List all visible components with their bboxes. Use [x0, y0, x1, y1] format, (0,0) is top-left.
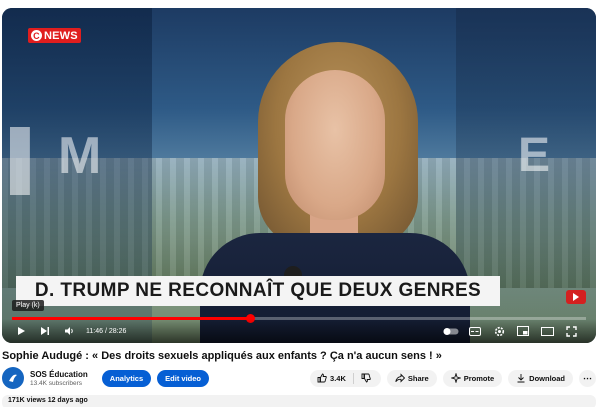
miniplayer-icon [517, 326, 529, 336]
more-actions-button[interactable]: ⋯ [579, 369, 596, 387]
share-button[interactable]: Share [386, 369, 437, 387]
dislike-button[interactable] [354, 370, 381, 387]
promote-label: Promote [463, 373, 495, 383]
download-button[interactable]: Download [508, 369, 573, 387]
share-icon [395, 373, 405, 383]
autoplay-toggle[interactable] [442, 322, 460, 340]
share-label: Share [407, 373, 429, 383]
fullscreen-icon [565, 325, 577, 337]
edit-video-button[interactable]: Edit video [157, 369, 209, 387]
time-display: 11:46 / 28:26 [86, 327, 127, 335]
play-icon [18, 327, 25, 335]
action-row: SOS Éducation 13.4K subscribers Analytic… [2, 366, 596, 390]
channel-logo: C NEWS [28, 28, 81, 43]
promote-button[interactable]: Promote [442, 369, 503, 387]
volume-button[interactable] [60, 322, 78, 340]
subtitles-icon [469, 326, 481, 336]
like-button[interactable]: 3.4K [310, 370, 353, 387]
next-button[interactable] [36, 322, 54, 340]
theater-mode-button[interactable] [538, 322, 556, 340]
more-icon: ⋯ [583, 372, 592, 383]
view-count-and-date: 171K views 12 days ago [8, 397, 88, 404]
video-title: Sophie Audugé : « Des droits sexuels app… [2, 350, 442, 362]
download-icon [517, 374, 525, 383]
gear-icon [494, 326, 504, 336]
thumbs-down-icon [361, 373, 371, 383]
channel-logo-icon [9, 374, 17, 382]
subscriber-count: 13.4K subscribers [30, 379, 83, 387]
autoplay-toggle-icon [443, 327, 459, 335]
video-player[interactable]: ▌ M E C NEWS D. TRUMP NE RECONNAÎT QUE DE… [2, 8, 596, 343]
volume-icon [64, 327, 73, 335]
thumbs-up-icon [317, 373, 327, 383]
channel-info: SOS Éducation 13.4K subscribers [30, 370, 88, 387]
next-icon [41, 327, 49, 335]
subtitles-button[interactable] [466, 322, 484, 340]
player-controls: 11:46 / 28:26 [2, 319, 596, 343]
description-box[interactable]: 171K views 12 days ago [2, 395, 596, 407]
theater-icon [540, 326, 554, 336]
miniplayer-button[interactable] [514, 322, 532, 340]
youtube-logo-icon[interactable] [566, 290, 586, 304]
play-button[interactable] [12, 322, 30, 340]
download-label: Download [529, 373, 565, 383]
play-tooltip: Play (k) [12, 300, 44, 311]
analytics-button[interactable]: Analytics [101, 369, 152, 387]
channel-name[interactable]: SOS Éducation [30, 370, 88, 379]
like-dislike-group: 3.4K [310, 369, 381, 387]
lower-third-banner: D. TRUMP NE RECONNAÎT QUE DEUX GENRES [16, 276, 500, 306]
promote-icon [450, 373, 461, 383]
settings-button[interactable] [490, 322, 508, 340]
channel-avatar[interactable] [2, 367, 24, 389]
fullscreen-button[interactable] [562, 322, 580, 340]
like-count: 3.4K [330, 373, 346, 383]
